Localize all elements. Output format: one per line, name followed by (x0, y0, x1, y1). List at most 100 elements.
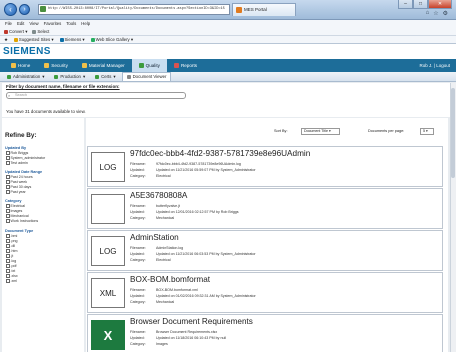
subnav-administration[interactable]: Administration ▾ (3, 72, 48, 81)
filter-option[interactable]: .xlsx (6, 274, 18, 278)
filter-option[interactable]: Electrical (6, 204, 25, 208)
menu-view[interactable]: View (29, 20, 38, 28)
document-title[interactable]: BOX-BOM.bomformat (130, 275, 210, 284)
filter-option[interactable]: Work Instructions (6, 219, 38, 223)
browser-tab[interactable]: MES Portal (232, 3, 296, 16)
updated-row: Updated: Updated on 11/21/2016 06:03:53 P… (130, 252, 256, 256)
checkbox[interactable] (6, 151, 10, 155)
checkbox[interactable] (6, 269, 10, 273)
convert-button[interactable]: Convert ▾ (4, 28, 27, 35)
document-title[interactable]: 97fdc0ec-bbb4-4fd2-9387-5781739e8e96UAdm… (130, 149, 310, 158)
subnav-label: Certs (101, 73, 112, 79)
menu-tools[interactable]: Tools (66, 20, 76, 28)
menu-help[interactable]: Help (81, 20, 90, 28)
maximize-button[interactable]: □ (413, 0, 428, 9)
menu-edit[interactable]: Edit (17, 20, 24, 28)
document-title[interactable]: AdminStation (130, 233, 179, 242)
subnav-production[interactable]: Production ▾ (50, 72, 89, 81)
filter-option[interactable]: .jt (6, 254, 13, 258)
filter-option[interactable]: System_administrator (6, 156, 45, 160)
filter-option[interactable]: .log (6, 259, 16, 263)
checkbox[interactable] (6, 244, 10, 248)
per-page-select[interactable]: 5 ▾ (420, 128, 434, 135)
filename-row: Filename: AdminStation.log (130, 246, 183, 250)
filter-option[interactable]: Images (6, 209, 22, 213)
document-list-panel: Sort By: Document Title ▾ Documents per … (86, 118, 448, 352)
document-card[interactable]: A5E36780808A Filename: butterflyvalve.jt … (87, 188, 443, 229)
checkbox[interactable] (6, 254, 10, 258)
fav-siemens[interactable]: Siemens ▾ (59, 36, 85, 43)
sort-select[interactable]: Document Title ▾ (301, 128, 340, 135)
filter-option[interactable]: .htm (6, 249, 18, 253)
select-button[interactable]: Select (32, 28, 49, 35)
user-logout[interactable]: Rob J. | Logout (420, 59, 450, 72)
gear-icon[interactable]: ⚙ (443, 10, 448, 17)
star-icon[interactable]: ☆ (433, 10, 438, 17)
filter-option[interactable]: .dll (6, 244, 15, 248)
close-button[interactable]: ✕ (428, 0, 452, 9)
checkbox[interactable] (6, 234, 10, 238)
document-card[interactable]: XML BOX-BOM.bomformat Filename: BOX-BOM.b… (87, 272, 443, 313)
filter-option[interactable]: .pdf (6, 264, 17, 268)
minimize-button[interactable]: – (398, 0, 413, 9)
filter-option[interactable]: .txt (6, 269, 15, 273)
nav-reports[interactable]: Reports (167, 59, 204, 72)
filter-option[interactable]: .png (6, 239, 18, 243)
filter-option[interactable]: Past 24 hours (6, 175, 33, 179)
checkbox[interactable] (6, 156, 10, 160)
checkbox[interactable] (6, 219, 10, 223)
filter-option[interactable]: Past 30 days (6, 185, 31, 189)
filter-option[interactable]: Rob Briggs (6, 151, 28, 155)
home-icon[interactable]: ⌂ (426, 10, 430, 17)
document-card[interactable]: X Browser Document Requirements Filename… (87, 314, 443, 352)
filter-option[interactable]: .xml (6, 279, 17, 283)
nav-security[interactable]: Security (37, 59, 75, 72)
checkbox[interactable] (6, 204, 10, 208)
address-bar[interactable]: http://WISS-2013:8008/IT/Portal/Quality/… (38, 4, 230, 15)
nav-quality[interactable]: Quality (131, 59, 167, 72)
field-label: Updated: (130, 252, 145, 256)
nav-label: Reports (180, 63, 198, 68)
nav-home[interactable]: Home (4, 59, 37, 72)
filter-option[interactable]: .bmi (6, 234, 17, 238)
checkbox[interactable] (6, 279, 10, 283)
checkbox[interactable] (6, 264, 10, 268)
checkbox[interactable] (6, 190, 10, 194)
menu-favorites[interactable]: Favorites (44, 20, 62, 28)
search-input[interactable]: Search (6, 92, 186, 99)
updated-row: Updated: Updated on 12/01/2016 02:12:57 P… (130, 210, 239, 214)
fav-suggested-sites[interactable]: Suggested Sites ▾ (13, 36, 54, 43)
chevron-down-icon: ▾ (426, 129, 428, 133)
category-row: Category: Electrical (130, 258, 171, 262)
fav-web-slice-gallery[interactable]: Web Slice Gallery ▾ (90, 36, 133, 43)
subnav-certs[interactable]: Certs ▾ (91, 72, 119, 81)
forward-button[interactable]: › (19, 4, 30, 15)
filter-option[interactable]: Test admin (6, 161, 28, 165)
checkbox[interactable] (6, 161, 10, 165)
back-button[interactable]: ‹ (4, 3, 17, 16)
checkbox[interactable] (6, 259, 10, 263)
file-type-text: X (103, 327, 113, 343)
updated-row: Updated: Updated on 01/02/2016 09:32:31 A… (130, 294, 256, 298)
document-card[interactable]: LOG AdminStation Filename: AdminStation.l… (87, 230, 443, 271)
document-card[interactable]: LOG 97fdc0ec-bbb4-4fd2-9387-5781739e8e96… (87, 146, 443, 187)
checkbox[interactable] (6, 180, 10, 184)
checkbox[interactable] (6, 185, 10, 189)
checkbox[interactable] (6, 209, 10, 213)
checkbox[interactable] (6, 214, 10, 218)
checkbox[interactable] (6, 249, 10, 253)
favorites-star-icon[interactable]: ★ (4, 36, 8, 43)
filter-option[interactable]: Mechanical (6, 214, 29, 218)
checkbox[interactable] (6, 274, 10, 278)
web-slice-icon (90, 37, 95, 42)
menu-file[interactable]: File (5, 20, 12, 28)
document-title[interactable]: Browser Document Requirements (130, 317, 253, 326)
scrollbar-thumb[interactable] (451, 88, 455, 178)
filter-option[interactable]: Past week (6, 180, 27, 184)
document-title[interactable]: A5E36780808A (130, 191, 187, 200)
checkbox[interactable] (6, 239, 10, 243)
subnav-document-viewer[interactable]: Document Viewer (121, 72, 172, 81)
nav-material-manager[interactable]: Material Manager (75, 59, 132, 72)
filter-option[interactable]: Past year (6, 190, 26, 194)
checkbox[interactable] (6, 175, 10, 179)
